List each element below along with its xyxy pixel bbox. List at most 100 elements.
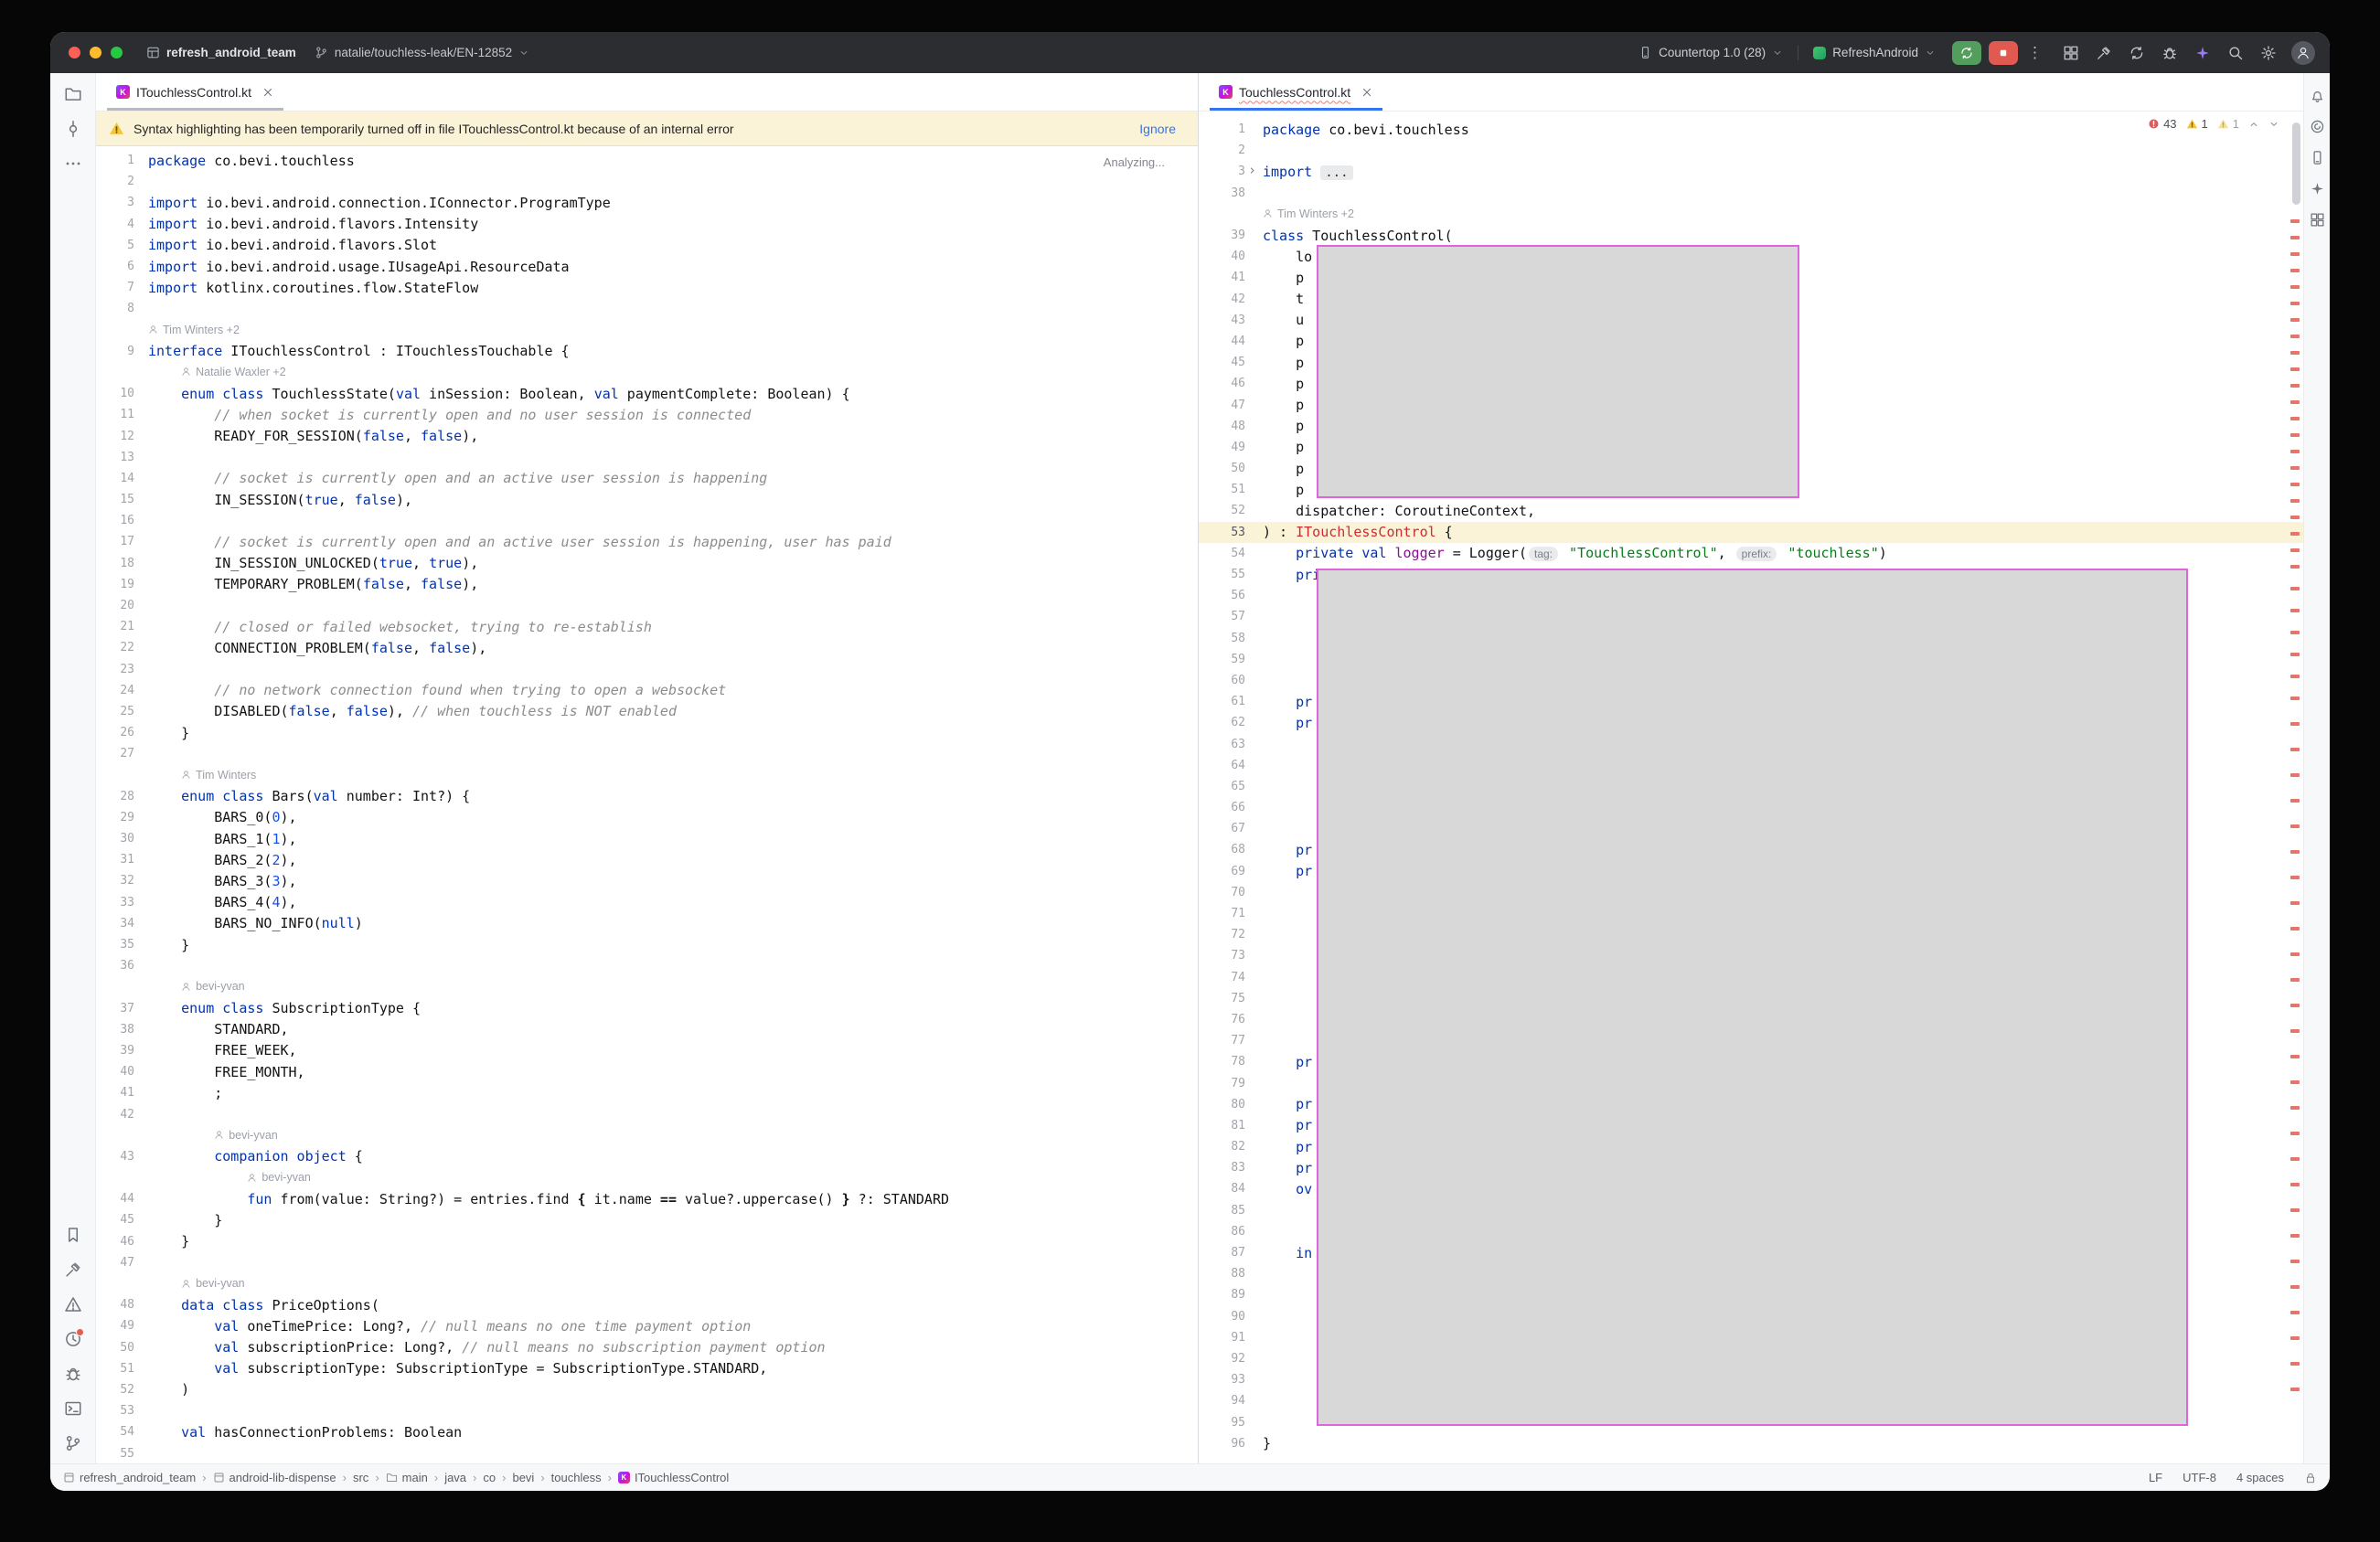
line-number: 75 <box>1199 992 1263 1005</box>
branch-widget[interactable]: natalie/touchless-leak/EN-12852 <box>305 39 539 67</box>
debug-icon[interactable] <box>2161 45 2178 61</box>
settings-icon[interactable] <box>2260 45 2277 61</box>
run-configuration-selector[interactable]: RefreshAndroid <box>1804 39 1945 67</box>
stop-button[interactable] <box>1989 41 2018 65</box>
code-line: 24 // no network connection found when t… <box>96 680 1198 701</box>
project-icon <box>146 46 160 59</box>
avatar[interactable] <box>2291 41 2315 65</box>
tool-more-button[interactable] <box>59 149 88 178</box>
tool-debug-button[interactable] <box>59 1359 88 1388</box>
tab-itouchlesscontrol[interactable]: K ITouchlessControl.kt <box>107 73 283 111</box>
line-number: 31 <box>96 853 148 867</box>
close-tab-icon[interactable] <box>1361 86 1373 99</box>
left-editor[interactable]: 1package co.bevi.touchless23import io.be… <box>96 146 1198 1463</box>
close-window-button[interactable] <box>69 47 80 58</box>
line-number: 1 <box>96 154 148 167</box>
tool-problems-button[interactable] <box>59 1290 88 1319</box>
zoom-window-button[interactable] <box>111 47 123 58</box>
tool-device-button[interactable] <box>2306 144 2328 170</box>
rerun-button[interactable] <box>1952 41 1981 65</box>
next-problem-icon[interactable] <box>2268 119 2279 130</box>
tool-build-button[interactable] <box>59 1255 88 1284</box>
breadcrumb-item[interactable]: co <box>483 1471 496 1484</box>
lock-icon[interactable] <box>2304 1472 2317 1484</box>
line-number: 45 <box>1199 356 1263 369</box>
code-line: 44 fun from(value: String?) = entries.fi… <box>96 1188 1198 1209</box>
author-inlay-hint[interactable]: Tim Winters +2 <box>1263 207 1354 220</box>
encoding-widget[interactable]: UTF-8 <box>2183 1471 2216 1484</box>
author-inlay-hint[interactable]: Natalie Waxler +2 <box>181 366 286 378</box>
tab-touchlesscontrol[interactable]: K TouchlessControl.kt <box>1210 73 1382 111</box>
sync-icon[interactable] <box>2129 45 2145 61</box>
breadcrumb-item[interactable]: src <box>353 1471 368 1484</box>
tool-terminal-button[interactable] <box>59 1394 88 1423</box>
inspections-widget[interactable]: 43 1 1 <box>2148 117 2279 131</box>
code-line: 38 STANDARD, <box>96 1019 1198 1040</box>
indent-widget[interactable]: 4 spaces <box>2236 1471 2284 1484</box>
breadcrumb-item[interactable]: android-lib-dispense <box>213 1471 336 1484</box>
stop-icon <box>1996 46 2011 60</box>
ignore-link[interactable]: Ignore <box>1139 122 1176 136</box>
weak-warning-count[interactable]: 1 <box>2217 117 2239 131</box>
tab-label: ITouchlessControl.kt <box>136 85 251 100</box>
minimize-window-button[interactable] <box>90 47 101 58</box>
breadcrumb-item[interactable]: bevi <box>512 1471 534 1484</box>
problems-icon <box>64 1295 82 1313</box>
tool-notifications-button[interactable] <box>2306 82 2328 108</box>
tool-layout-button[interactable] <box>2306 207 2328 232</box>
code-line: 5import io.bevi.android.flavors.Slot <box>96 235 1198 256</box>
line-number: 85 <box>1199 1204 1263 1218</box>
ai-icon[interactable] <box>2194 45 2211 61</box>
code-line: 35 } <box>96 934 1198 955</box>
line-number: 55 <box>96 1447 148 1461</box>
build-icon[interactable] <box>2096 45 2112 61</box>
toolbar-icon-group <box>2063 45 2277 61</box>
tool-bookmarks-button[interactable] <box>59 1220 88 1250</box>
tool-vcs-button[interactable] <box>59 1429 88 1458</box>
more-actions-icon[interactable]: ⋮ <box>2027 44 2043 62</box>
scrollbar-thumb[interactable] <box>2292 122 2300 205</box>
breadcrumb-separator: › <box>540 1471 544 1484</box>
project-widget[interactable]: refresh_android_team <box>137 39 305 67</box>
chevron-down-icon <box>518 48 529 58</box>
line-number: 52 <box>96 1383 148 1397</box>
tool-ai-button[interactable] <box>2306 175 2328 201</box>
author-inlay-hint[interactable]: bevi-yvan <box>181 1277 245 1290</box>
chevron-down-icon <box>1925 48 1936 58</box>
code-line: bevi-yvan <box>96 1167 1198 1188</box>
breadcrumb-item[interactable]: java <box>444 1471 466 1484</box>
error-count[interactable]: 43 <box>2148 117 2176 131</box>
code-line: 14 // socket is currently open and an ac… <box>96 468 1198 489</box>
warning-count[interactable]: 1 <box>2186 117 2208 131</box>
breadcrumb-item[interactable]: refresh_android_team <box>63 1471 196 1484</box>
author-inlay-hint[interactable]: bevi-yvan <box>214 1129 278 1142</box>
error-stripe-mark <box>2290 876 2300 879</box>
line-number: 43 <box>1199 314 1263 327</box>
author-inlay-hint[interactable]: Tim Winters <box>181 769 256 782</box>
tool-folder-button[interactable] <box>59 80 88 109</box>
breadcrumb-item[interactable]: KITouchlessControl <box>618 1471 729 1484</box>
tool-commit-button[interactable] <box>59 114 88 144</box>
author-inlay-hint[interactable]: bevi-yvan <box>247 1171 311 1184</box>
breadcrumb-item[interactable]: touchless <box>551 1471 602 1484</box>
previous-problem-icon[interactable] <box>2248 119 2259 130</box>
fold-marker-icon[interactable]: › <box>1248 162 1256 178</box>
author-inlay-hint[interactable]: Tim Winters +2 <box>148 324 240 336</box>
line-separator-widget[interactable]: LF <box>2149 1471 2162 1484</box>
line-number: 6 <box>96 260 148 273</box>
search-icon[interactable] <box>2227 45 2244 61</box>
line-number: 62 <box>1199 716 1263 729</box>
breadcrumb-item[interactable]: main <box>386 1471 428 1484</box>
right-editor[interactable]: 1package co.bevi.touchless23›import ...3… <box>1199 112 2303 1463</box>
layout-icon[interactable] <box>2063 45 2079 61</box>
tool-gradle-button[interactable] <box>2306 113 2328 139</box>
close-tab-icon[interactable] <box>261 86 274 99</box>
tool-profiler-button[interactable] <box>59 1324 88 1354</box>
person-icon <box>181 982 191 992</box>
device-selector[interactable]: Countertop 1.0 (28) <box>1629 39 1792 67</box>
line-number: 71 <box>1199 907 1263 920</box>
commit-icon <box>64 120 82 138</box>
code-line: 40 FREE_MONTH, <box>96 1061 1198 1082</box>
author-inlay-hint[interactable]: bevi-yvan <box>181 980 245 993</box>
folder-icon <box>386 1472 398 1484</box>
